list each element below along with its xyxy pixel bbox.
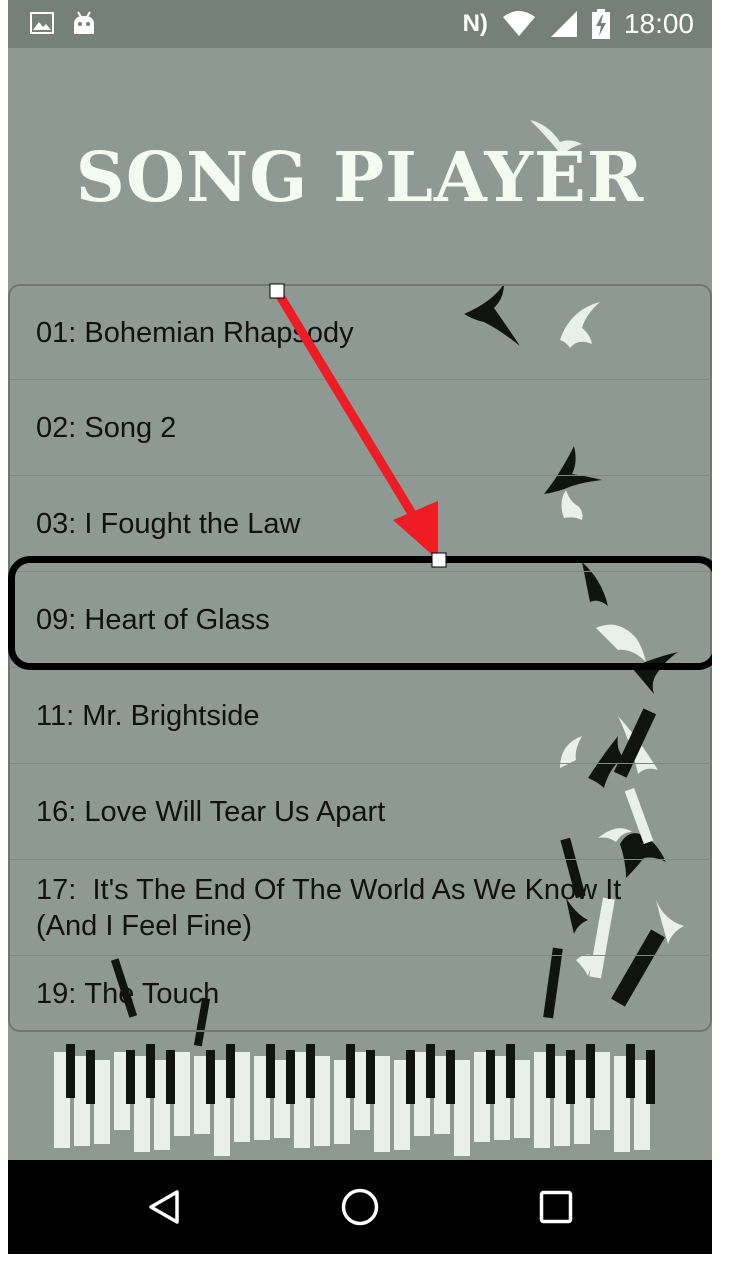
song-title: Mr. Brightside bbox=[82, 699, 260, 732]
song-item[interactable]: 19: The Touch bbox=[10, 956, 712, 1032]
home-icon bbox=[341, 1188, 379, 1226]
song-item[interactable]: 01: Bohemian Rhapsody bbox=[10, 286, 712, 380]
song-title: Heart of Glass bbox=[84, 603, 270, 636]
cell-signal-icon bbox=[550, 11, 577, 37]
nfc-icon: N) bbox=[462, 10, 488, 37]
song-title: It's The End Of The World As We Know It … bbox=[36, 873, 622, 942]
clock: 18:00 bbox=[623, 8, 694, 39]
song-item[interactable]: 02: Song 2 bbox=[10, 380, 712, 476]
back-button[interactable] bbox=[134, 1180, 194, 1234]
piano-keys-illustration bbox=[54, 1044, 655, 1156]
home-button[interactable] bbox=[330, 1180, 390, 1234]
image-icon bbox=[30, 12, 54, 34]
app-content: SONG PLAYER 01: Bohemian Rhapsody 02: So… bbox=[8, 48, 712, 1160]
song-number: 19: bbox=[36, 978, 77, 1010]
song-number: 09: bbox=[36, 603, 77, 636]
phone-screen: N) 18:00 SONG PLAYER 01: Bohemian Rhapso… bbox=[8, 0, 712, 1254]
song-item[interactable]: 09: Heart of Glass bbox=[10, 572, 712, 668]
song-number: 03: bbox=[36, 507, 77, 540]
song-number: 01: bbox=[36, 316, 77, 349]
song-title: The Touch bbox=[84, 978, 220, 1010]
song-item[interactable]: 03: I Fought the Law bbox=[10, 476, 712, 572]
wifi-icon bbox=[502, 11, 535, 36]
song-number: 02: bbox=[36, 411, 77, 444]
battery-charging-icon bbox=[591, 9, 610, 39]
song-title: I Fought the Law bbox=[84, 507, 301, 540]
song-number: 17: bbox=[36, 873, 77, 906]
song-number: 11: bbox=[36, 699, 75, 732]
status-bar: N) 18:00 bbox=[8, 0, 712, 48]
app-title: SONG PLAYER bbox=[75, 138, 645, 218]
song-title: Bohemian Rhapsody bbox=[84, 316, 354, 349]
song-item[interactable]: 17: It's The End Of The World As We Know… bbox=[10, 860, 712, 956]
song-number: 16: bbox=[36, 795, 77, 828]
song-label: 17: It's The End Of The World As We Know… bbox=[36, 872, 676, 944]
song-item[interactable]: 16: Love Will Tear Us Apart bbox=[10, 764, 712, 860]
song-list[interactable]: 01: Bohemian Rhapsody 02: Song 2 03: I F… bbox=[8, 284, 712, 1032]
navigation-bar bbox=[8, 1160, 712, 1254]
song-title: Song 2 bbox=[84, 411, 177, 444]
song-item[interactable]: 11: Mr. Brightside bbox=[10, 668, 712, 764]
song-title: Love Will Tear Us Apart bbox=[84, 795, 386, 828]
recents-icon bbox=[539, 1190, 573, 1224]
recents-button[interactable] bbox=[526, 1180, 586, 1234]
back-icon bbox=[149, 1190, 179, 1224]
android-icon bbox=[74, 11, 94, 34]
